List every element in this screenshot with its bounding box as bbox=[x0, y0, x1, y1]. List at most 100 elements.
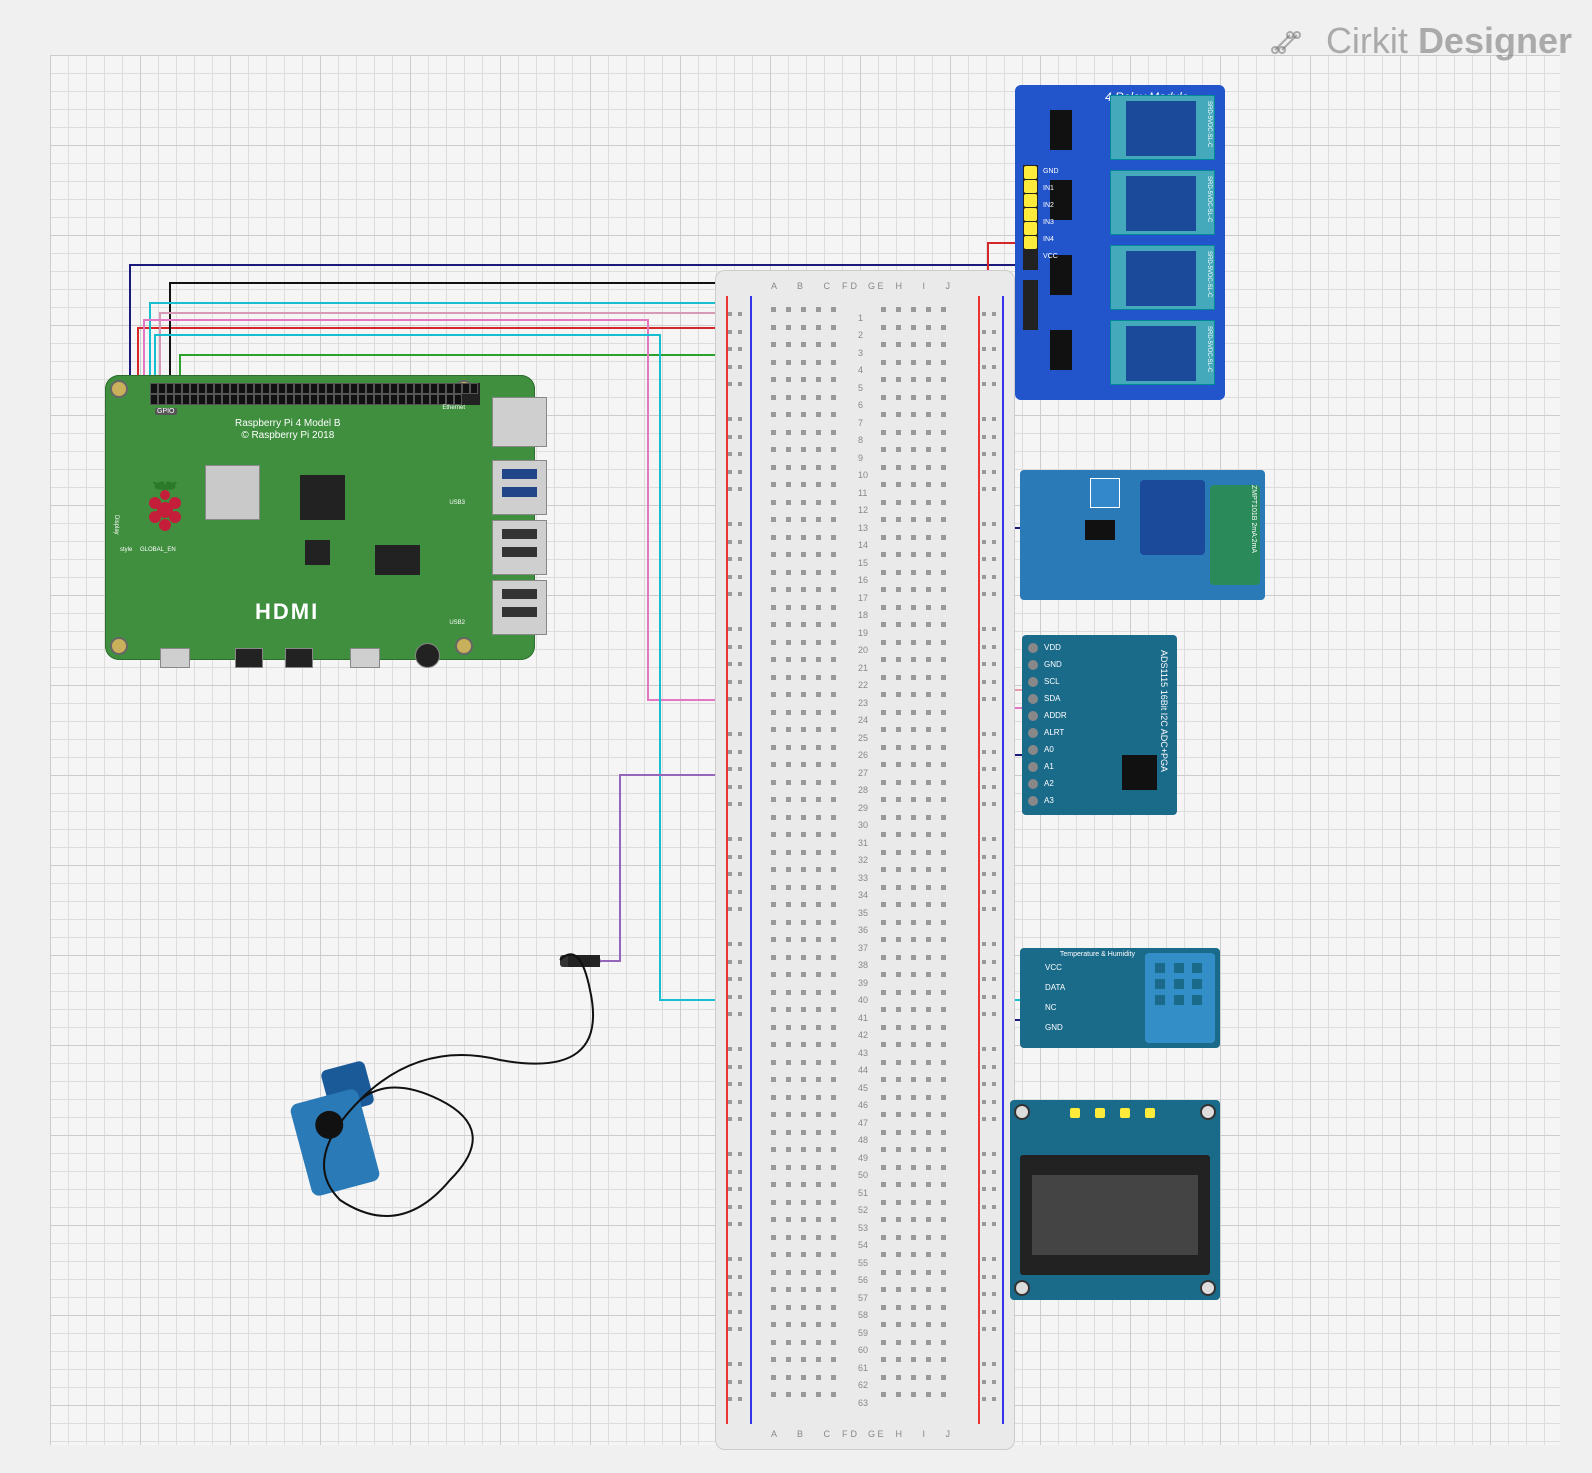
relay-pin-label: IN3 bbox=[1043, 219, 1054, 226]
row-number: 2 bbox=[858, 330, 863, 340]
row-number: 18 bbox=[858, 610, 868, 620]
row-number: 21 bbox=[858, 663, 868, 673]
row-number: 20 bbox=[858, 645, 868, 655]
relay-1: SRD-5VDC-SL-C bbox=[1110, 95, 1215, 160]
row-number: 46 bbox=[858, 1100, 868, 1110]
adc-chip-icon bbox=[1122, 755, 1157, 790]
hdmi-label: HDMI bbox=[255, 599, 319, 625]
relay-pin-label: IN1 bbox=[1043, 185, 1054, 192]
oled-display[interactable] bbox=[1010, 1100, 1220, 1300]
oled-screen bbox=[1020, 1155, 1210, 1275]
row-number: 6 bbox=[858, 400, 863, 410]
breadboard-holes-right[interactable] bbox=[881, 301, 959, 1419]
row-number: 17 bbox=[858, 593, 868, 603]
ethernet-label: Ethernet bbox=[442, 405, 465, 411]
row-number: 60 bbox=[858, 1345, 868, 1355]
breadboard-holes-left[interactable] bbox=[771, 301, 849, 1419]
micro-hdmi-icon bbox=[235, 648, 263, 668]
row-number: 28 bbox=[858, 785, 868, 795]
row-number: 58 bbox=[858, 1310, 868, 1320]
relay-3: SRD-5VDC-SL-C bbox=[1110, 245, 1215, 310]
opamp-chip-icon bbox=[1085, 520, 1115, 540]
row-number: 3 bbox=[858, 348, 863, 358]
rail-holes-left[interactable] bbox=[728, 306, 748, 1414]
row-number: 27 bbox=[858, 768, 868, 778]
mounting-hole-icon bbox=[1014, 1280, 1030, 1296]
ads1115-adc[interactable]: ADS1115 16Bit I2C ADC+PGA VDDGNDSCLSDAAD… bbox=[1022, 635, 1177, 815]
row-number: 32 bbox=[858, 855, 868, 865]
row-number: 4 bbox=[858, 365, 863, 375]
gpio-header[interactable] bbox=[150, 383, 480, 405]
sct013-current-clamp[interactable] bbox=[280, 1055, 400, 1215]
row-number: 54 bbox=[858, 1240, 868, 1250]
row-number: 30 bbox=[858, 820, 868, 830]
row-number: 62 bbox=[858, 1380, 868, 1390]
row-number: 59 bbox=[858, 1328, 868, 1338]
row-number: 33 bbox=[858, 873, 868, 883]
usb2-port-icon bbox=[492, 520, 547, 575]
row-number: 38 bbox=[858, 960, 868, 970]
row-number: 10 bbox=[858, 470, 868, 480]
camera-port-icon bbox=[350, 648, 380, 668]
ads-pin-label: ADDR bbox=[1044, 711, 1067, 720]
global-en-label: GLOBAL_EN bbox=[140, 547, 176, 553]
row-number: 8 bbox=[858, 435, 863, 445]
row-number: 34 bbox=[858, 890, 868, 900]
row-number: 15 bbox=[858, 558, 868, 568]
ads-pin-label: A1 bbox=[1044, 762, 1054, 771]
row-number: 47 bbox=[858, 1118, 868, 1128]
dht-pin-label: NC bbox=[1045, 1003, 1057, 1012]
row-number: 48 bbox=[858, 1135, 868, 1145]
row-number: 22 bbox=[858, 680, 868, 690]
usb2-port-icon bbox=[492, 580, 547, 635]
row-number: 14 bbox=[858, 540, 868, 550]
chip-icon bbox=[305, 540, 330, 565]
mounting-hole-icon bbox=[1014, 1104, 1030, 1120]
row-number: 40 bbox=[858, 995, 868, 1005]
row-number: 63 bbox=[858, 1398, 868, 1408]
style-label: style bbox=[120, 547, 132, 553]
oled-pins[interactable] bbox=[1070, 1108, 1155, 1118]
row-number: 52 bbox=[858, 1205, 868, 1215]
relay-4: SRD-5VDC-SL-C bbox=[1110, 320, 1215, 385]
dht11-sensor[interactable]: Temperature & Humidity VCCDATANCGND bbox=[1020, 948, 1220, 1048]
row-number: 45 bbox=[858, 1083, 868, 1093]
row-number: 11 bbox=[858, 488, 867, 498]
rail-holes-right[interactable] bbox=[982, 306, 1002, 1414]
ads-pin-label: GND bbox=[1044, 660, 1062, 669]
relay-2: SRD-5VDC-SL-C bbox=[1110, 170, 1215, 235]
row-number: 41 bbox=[858, 1013, 868, 1023]
usb3-port-icon bbox=[492, 460, 547, 515]
zmpt-label: ZMPT101B 2mA:2mA bbox=[1250, 485, 1257, 553]
row-number: 7 bbox=[858, 418, 863, 428]
row-number: 29 bbox=[858, 803, 868, 813]
relay-input-header[interactable] bbox=[1023, 165, 1038, 270]
row-number: 9 bbox=[858, 453, 863, 463]
watermark-text1: Cirkit bbox=[1326, 20, 1418, 61]
col-labels-right-bottom: F G H I J bbox=[842, 1429, 959, 1439]
breadboard[interactable]: A B C D E F G H I J A B C D E F G H I J … bbox=[715, 270, 1015, 1450]
relay-module-4ch[interactable]: 4 Relay Module SRD-5VDC-SL-C SRD-5VDC-SL… bbox=[1015, 85, 1225, 400]
usb3-label: USB3 bbox=[449, 500, 465, 506]
raspberry-pi-4[interactable]: GPIO Raspberry Pi 4 Model B © Raspberry … bbox=[105, 375, 535, 660]
audio-jack-connector[interactable] bbox=[560, 955, 600, 967]
optocoupler-icon bbox=[1050, 255, 1072, 295]
ads-pin-label: VDD bbox=[1044, 643, 1061, 652]
watermark-logo: Cirkit Designer bbox=[1270, 20, 1572, 62]
row-number: 19 bbox=[858, 628, 868, 638]
row-number: 5 bbox=[858, 383, 863, 393]
soc-chip-icon bbox=[300, 475, 345, 520]
row-number: 1 bbox=[858, 313, 863, 323]
usbc-power-icon bbox=[160, 648, 190, 668]
row-number: 50 bbox=[858, 1170, 868, 1180]
chip-icon bbox=[375, 545, 420, 575]
ads-pin-label: A2 bbox=[1044, 779, 1054, 788]
relay-power-header[interactable] bbox=[1023, 280, 1038, 330]
dht-pin-label: DATA bbox=[1045, 983, 1065, 992]
relay-pin-label: IN4 bbox=[1043, 236, 1054, 243]
mounting-hole-icon bbox=[110, 380, 128, 398]
ethernet-port-icon bbox=[492, 397, 547, 447]
row-number: 49 bbox=[858, 1153, 868, 1163]
zmpt101b-voltage-sensor[interactable]: ZMPT101B 2mA:2mA bbox=[1020, 470, 1265, 600]
row-number: 53 bbox=[858, 1223, 868, 1233]
